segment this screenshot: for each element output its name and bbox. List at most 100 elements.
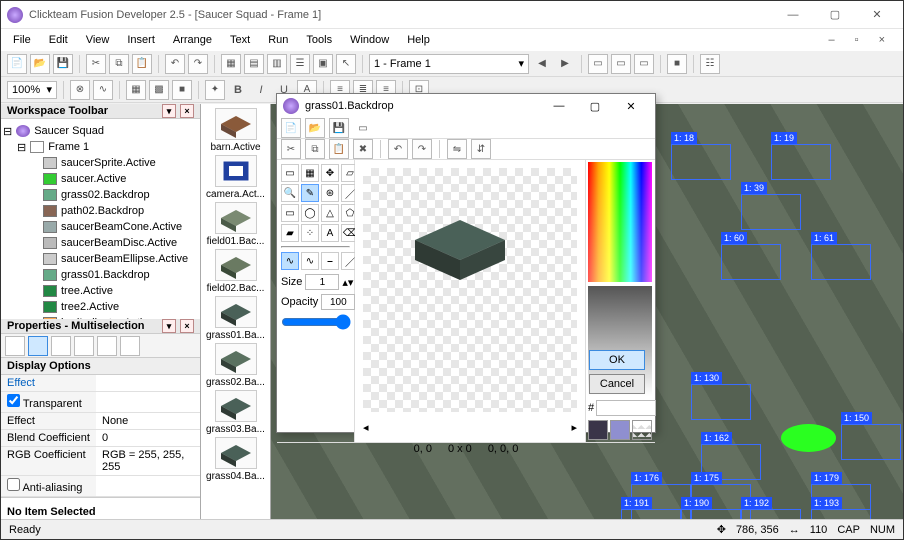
dialog-maximize-button[interactable]: ▢ (577, 94, 613, 118)
dlg-redo-button[interactable]: ↷ (412, 139, 432, 159)
scroll-left-icon[interactable]: ◂ (363, 421, 369, 434)
paste-button[interactable]: 📋 (132, 54, 152, 74)
tree-item[interactable]: tree2.Active (3, 299, 198, 315)
new-button[interactable]: 📄 (7, 54, 27, 74)
panel-close-icon[interactable]: × (180, 104, 194, 118)
dlg-flipv-button[interactable]: ⇵ (471, 139, 491, 159)
property-row[interactable]: EffectNone (1, 413, 200, 430)
menu-file[interactable]: File (5, 32, 39, 48)
menu-window[interactable]: Window (342, 32, 397, 48)
props-close-icon[interactable]: × (180, 319, 194, 333)
stroke-style-2[interactable]: ∿ (301, 252, 319, 270)
mdi-close-icon[interactable]: × (871, 32, 893, 48)
tool-picker[interactable]: ✎ (301, 184, 319, 202)
bold-button[interactable]: B (228, 80, 248, 100)
menu-run[interactable]: Run (260, 32, 296, 48)
storyboard-button[interactable]: ▦ (221, 54, 241, 74)
tool-fill[interactable]: ▰ (281, 224, 299, 242)
run-app-button[interactable]: ▭ (611, 54, 631, 74)
selection-box[interactable] (811, 244, 871, 280)
stroke-style-3[interactable]: ⎯ (321, 252, 339, 270)
object-thumb[interactable]: barn.Active (203, 108, 268, 153)
next-frame-button[interactable]: ▶ (555, 54, 575, 74)
menu-arrange[interactable]: Arrange (165, 32, 220, 48)
selection-box[interactable] (741, 194, 801, 230)
data-button[interactable]: ▣ (313, 54, 333, 74)
zoom-field[interactable]: 100%▾ (7, 81, 57, 99)
grid2-icon[interactable]: ▩ (149, 80, 169, 100)
menu-edit[interactable]: Edit (41, 32, 76, 48)
wand-icon[interactable]: ✦ (205, 80, 225, 100)
menu-help[interactable]: Help (399, 32, 438, 48)
cut-button[interactable]: ✂ (86, 54, 106, 74)
dlg-save-button[interactable]: 💾 (329, 118, 349, 138)
frame-editor-button[interactable]: ▤ (244, 54, 264, 74)
selection-box[interactable] (621, 509, 681, 519)
props-pin-icon[interactable]: ▾ (162, 319, 176, 333)
props-tab-events[interactable] (97, 336, 117, 356)
props-tab-values[interactable] (74, 336, 94, 356)
tool-move[interactable]: ✥ (321, 164, 339, 182)
close-button[interactable]: ✕ (857, 2, 897, 28)
tool-select-rect[interactable]: ▭ (281, 164, 299, 182)
dialog-minimize-button[interactable]: — (541, 94, 577, 118)
tool-text[interactable]: A (321, 224, 339, 242)
props-tab-size[interactable] (51, 336, 71, 356)
object-thumb[interactable]: grass02.Ba... (203, 343, 268, 388)
undo-button[interactable]: ↶ (165, 54, 185, 74)
tree-item[interactable]: tree.Active (3, 283, 198, 299)
property-row[interactable]: RGB CoefficientRGB = 255, 255, 255 (1, 447, 200, 476)
selection-box[interactable] (841, 424, 901, 460)
tree-item[interactable]: saucerBeamEllipse.Active (3, 251, 198, 267)
selection-box[interactable] (721, 244, 781, 280)
selection-box[interactable] (691, 384, 751, 420)
prev-frame-button[interactable]: ◀ (532, 54, 552, 74)
event-list-button[interactable]: ☰ (290, 54, 310, 74)
tool-select-color[interactable]: ▦ (301, 164, 319, 182)
object-thumb[interactable]: grass03.Ba... (203, 390, 268, 435)
dlg-options-button[interactable]: ▭ (353, 118, 373, 138)
save-button[interactable]: 💾 (53, 54, 73, 74)
redo-button[interactable]: ↷ (188, 54, 208, 74)
props-tab-settings[interactable] (5, 336, 25, 356)
mdi-restore-icon[interactable]: ▫ (847, 32, 867, 48)
tree-item[interactable]: saucerBeamCone.Active (3, 219, 198, 235)
selection-box[interactable] (741, 509, 801, 519)
object-thumb[interactable]: camera.Act... (203, 155, 268, 200)
size-input[interactable] (305, 274, 339, 290)
dlg-copy-button[interactable]: ⧉ (305, 139, 325, 159)
menu-text[interactable]: Text (222, 32, 258, 48)
selection-box[interactable] (811, 509, 871, 519)
props-tab-display[interactable] (28, 336, 48, 356)
tool-brush[interactable]: ⊛ (321, 184, 339, 202)
cancel-button[interactable]: Cancel (589, 374, 645, 394)
props-tab-about[interactable] (120, 336, 140, 356)
object-thumb[interactable]: field02.Bac... (203, 249, 268, 294)
tree-item[interactable]: grass01.Backdrop (3, 267, 198, 283)
transparent-checkbox[interactable] (7, 394, 20, 407)
ok-button[interactable]: OK (589, 350, 645, 370)
object-thumb[interactable]: grass01.Ba... (203, 296, 268, 341)
stop-button[interactable]: ■ (667, 54, 687, 74)
build-button[interactable]: ☷ (700, 54, 720, 74)
maximize-button[interactable]: ▢ (815, 2, 855, 28)
tree-item[interactable]: path02.Backdrop (3, 203, 198, 219)
frame-selector[interactable]: 1 - Frame 1▾ (369, 54, 529, 74)
antialias-checkbox[interactable] (7, 478, 20, 491)
dialog-close-button[interactable]: ✕ (613, 94, 649, 118)
mdi-minimize-icon[interactable]: – (821, 32, 843, 48)
object-list[interactable]: barn.Activecamera.Act...field01.Bac...fi… (201, 104, 271, 519)
opacity-input[interactable] (321, 294, 355, 310)
object-thumb[interactable]: grass04.Ba... (203, 437, 268, 482)
tool-spray[interactable]: ⁘ (301, 224, 319, 242)
copy-button[interactable]: ⧉ (109, 54, 129, 74)
menu-tools[interactable]: Tools (298, 32, 340, 48)
swatch-fg[interactable] (588, 420, 608, 440)
hex-input[interactable] (596, 400, 656, 416)
run-frame-button[interactable]: ▭ (634, 54, 654, 74)
path-icon[interactable]: ∿ (93, 80, 113, 100)
property-row[interactable]: Blend Coefficient0 (1, 430, 200, 447)
tool-rect[interactable]: ▭ (281, 204, 299, 222)
minimize-button[interactable]: — (773, 2, 813, 28)
tree-item[interactable]: grass02.Backdrop (3, 187, 198, 203)
